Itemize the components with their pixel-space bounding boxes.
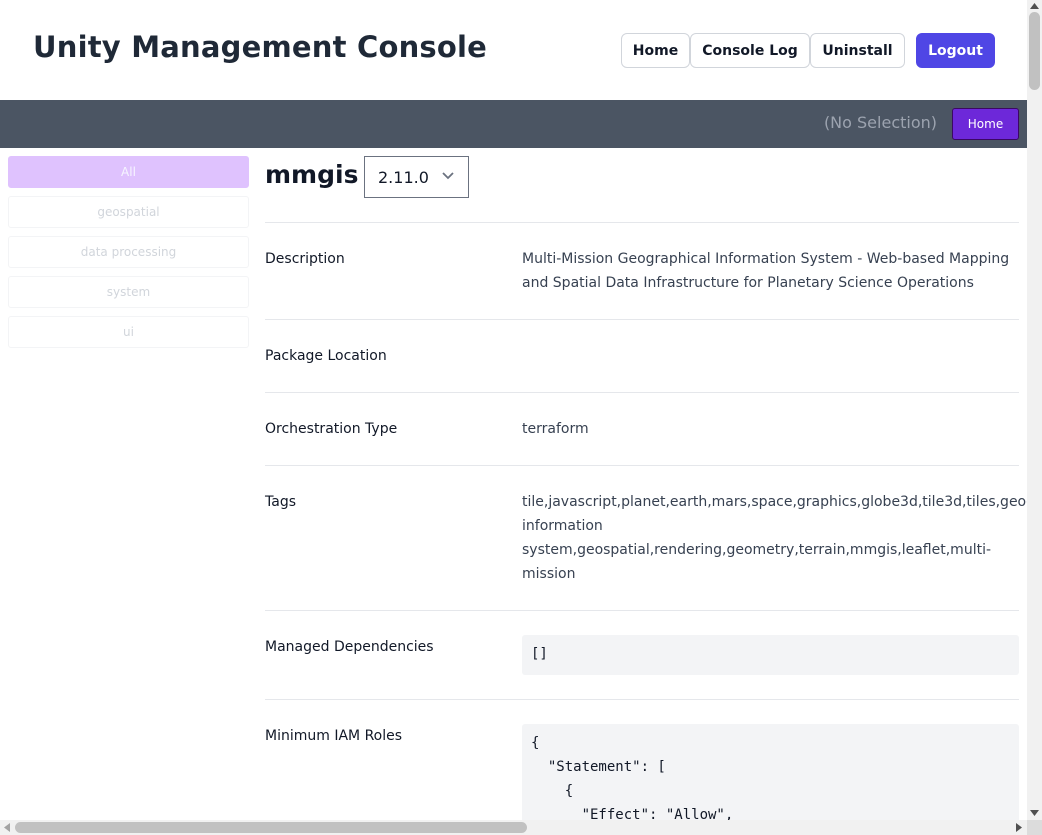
code-line: "Effect": "Allow", (531, 807, 734, 820)
minimum-iam-roles-label: Minimum IAM Roles (265, 728, 403, 744)
code-line: { (531, 735, 540, 751)
vertical-scrollbar-thumb[interactable] (1029, 12, 1040, 90)
nav-home-button[interactable]: Home (621, 33, 690, 68)
version-select[interactable]: 2.11.0 (364, 156, 469, 198)
managed-dependencies-label: Managed Dependencies (265, 639, 434, 655)
scroll-left-arrow-icon[interactable] (4, 823, 10, 832)
nav-uninstall-button[interactable]: Uninstall (810, 33, 905, 68)
tags-label: Tags (265, 494, 296, 510)
code-line: [] (531, 646, 548, 662)
selection-home-button[interactable]: Home (952, 108, 1019, 140)
divider (265, 699, 1019, 700)
selection-status: (No Selection) (823, 113, 937, 132)
package-name: mmgis (265, 160, 359, 189)
app-header: Unity Management Console Home Console Lo… (0, 0, 1027, 100)
tags-line: information (522, 518, 603, 534)
version-value: 2.11.0 (378, 167, 429, 187)
scroll-up-arrow-icon[interactable] (1030, 3, 1039, 9)
scroll-right-arrow-icon[interactable] (1016, 823, 1022, 832)
divider (265, 610, 1019, 611)
divider (265, 222, 1019, 223)
selection-bar: (No Selection) (0, 100, 1027, 148)
description-line: Multi-Mission Geographical Information S… (522, 251, 1010, 267)
nav-console-log-button[interactable]: Console Log (690, 33, 810, 68)
package-location-label: Package Location (265, 348, 387, 364)
sidebar-item-data-processing[interactable]: data processing (8, 236, 249, 268)
sidebar-item-all[interactable]: All (8, 156, 249, 188)
tags-line: mission (522, 566, 576, 582)
page-viewport: Unity Management Console Home Console Lo… (0, 0, 1027, 820)
sidebar-item-system[interactable]: system (8, 276, 249, 308)
code-line: "Statement": [ (531, 759, 666, 775)
orchestration-type-label: Orchestration Type (265, 421, 398, 437)
minimum-iam-roles-code: { "Statement": [ { "Effect": "Allow", (522, 724, 1019, 820)
managed-dependencies-code: [] (522, 635, 1019, 675)
app-title: Unity Management Console (33, 30, 488, 64)
orchestration-type-value: terraform (522, 421, 589, 437)
sidebar-item-ui[interactable]: ui (8, 316, 249, 348)
tags-line: tile,javascript,planet,earth,mars,space,… (522, 494, 1027, 510)
divider (265, 392, 1019, 393)
scrollbar-corner (1027, 820, 1042, 835)
code-line: { (531, 783, 574, 799)
description-line: and Spatial Data Infrastructure for Plan… (522, 275, 974, 291)
tags-line: system,geospatial,rendering,geometry,ter… (522, 542, 992, 558)
horizontal-scrollbar-thumb[interactable] (15, 822, 527, 833)
divider (265, 319, 1019, 320)
logout-button[interactable]: Logout (916, 33, 995, 68)
chevron-down-icon (442, 172, 454, 180)
divider (265, 465, 1019, 466)
scroll-down-arrow-icon[interactable] (1030, 810, 1039, 816)
sidebar-item-geospatial[interactable]: geospatial (8, 196, 249, 228)
vertical-scrollbar[interactable] (1027, 0, 1042, 820)
tags-value: tile,javascript,planet,earth,mars,space,… (522, 490, 1027, 586)
description-label: Description (265, 251, 345, 267)
description-value: Multi-Mission Geographical Information S… (522, 247, 1009, 295)
